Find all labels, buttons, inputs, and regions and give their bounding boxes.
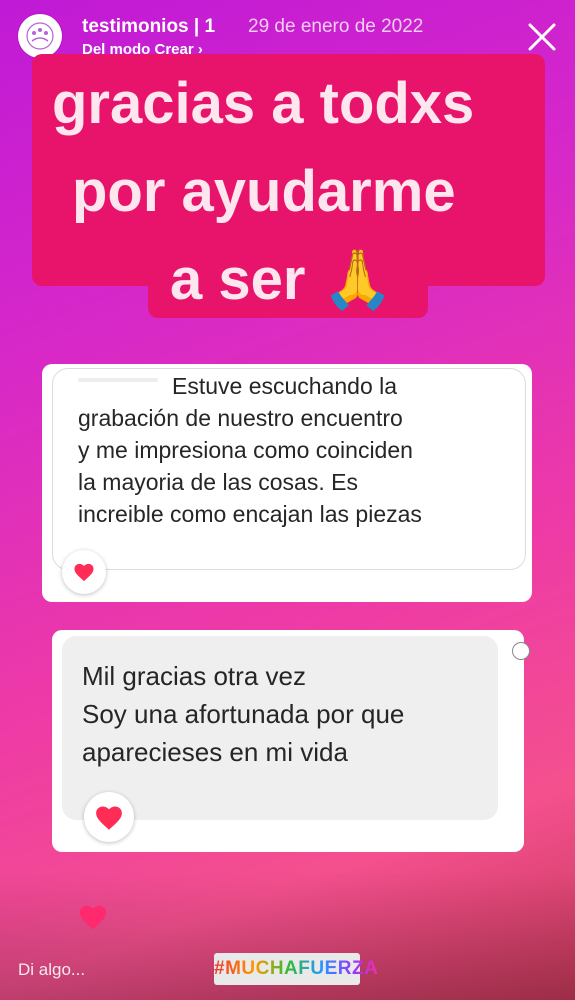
- message-line: Estuve escuchando la: [172, 373, 398, 399]
- avatar[interactable]: [18, 14, 62, 58]
- edge-icon: [512, 642, 530, 660]
- title-line-2: por ayudarme: [72, 159, 456, 224]
- message-line: la mayoria de las cosas. Es: [78, 469, 358, 495]
- heart-reaction: [84, 792, 134, 842]
- message-card-1: Estuve escuchando la grabación de nuestr…: [42, 364, 532, 602]
- hashtag-sticker[interactable]: #MUCHAFUERZA: [214, 953, 378, 985]
- heart-icon: [96, 805, 122, 830]
- reply-input[interactable]: Di algo...: [18, 960, 85, 980]
- hashtag-text: #MUCHAFUERZA: [214, 958, 379, 979]
- blurred-name: [78, 378, 158, 382]
- title-line-1: gracias a todxs: [52, 71, 475, 136]
- message-line: y me impresiona como coinciden: [78, 437, 413, 463]
- message-line: aparecieses en mi vida: [82, 737, 348, 767]
- message-line: Mil gracias otra vez: [82, 661, 306, 691]
- account-name[interactable]: testimonios | 1: [82, 16, 215, 38]
- heart-icon: [74, 563, 94, 582]
- close-icon[interactable]: [525, 20, 559, 54]
- profile-icon: [26, 22, 54, 50]
- message-line: grabación de nuestro encuentro: [78, 405, 403, 431]
- message-line: Soy una afortunada por que: [82, 699, 405, 729]
- heart-reaction: [62, 550, 106, 594]
- message-line: increible como encajan las piezas: [78, 501, 422, 527]
- heart-icon[interactable]: [78, 903, 108, 931]
- message-card-2: Mil gracias otra vez Soy una afortunada …: [52, 630, 530, 852]
- title-line-3: a ser 🙏: [170, 247, 394, 312]
- post-date: 29 de enero de 2022: [248, 16, 424, 37]
